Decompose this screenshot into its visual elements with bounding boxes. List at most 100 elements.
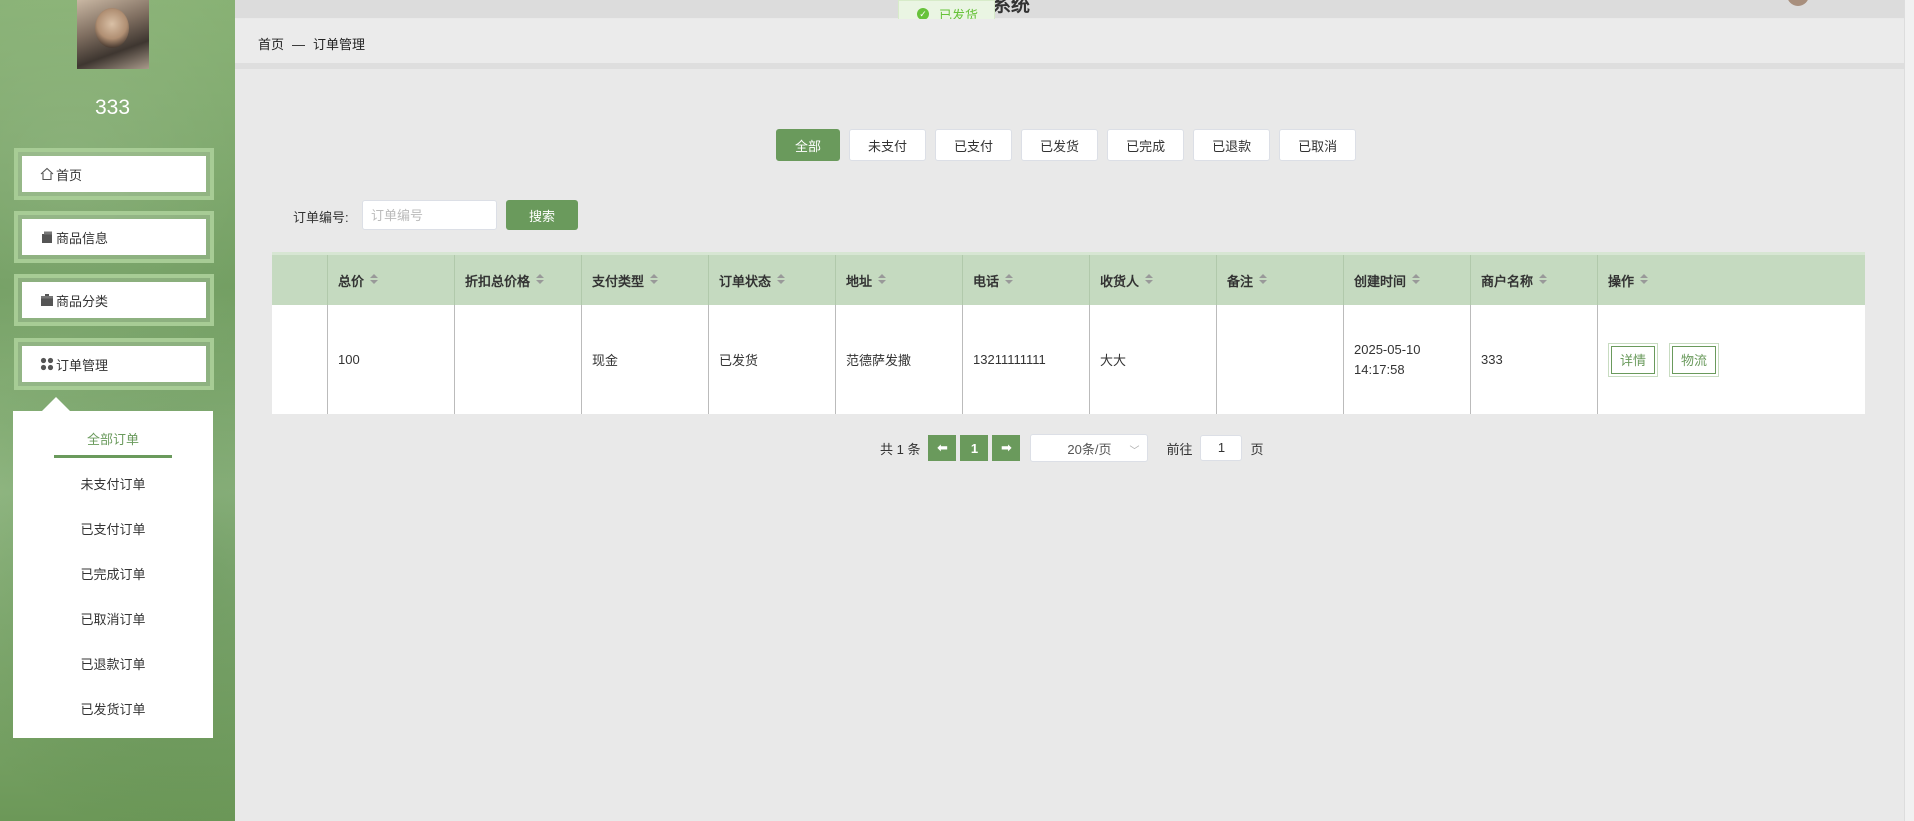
sidebar-item-categories[interactable]: 商品分类 (14, 274, 214, 326)
prev-page-button[interactable]: ⬅ (928, 435, 957, 461)
submenu-paid-orders[interactable]: 已支付订单 (13, 519, 213, 538)
col-label: 备注 (1227, 273, 1254, 289)
sidebar: 333 首页 商品信息 商品分类 订单管理 全部订单 未支付订单 已支付订单 已… (0, 0, 235, 821)
sidebar-item-label: 订单管理 (56, 357, 109, 373)
col-address[interactable]: 地址 (836, 255, 963, 305)
avatar[interactable] (77, 0, 149, 69)
cell-address: 范德萨发撒 (836, 305, 963, 414)
top-header (235, 0, 1904, 18)
order-number-input[interactable] (362, 200, 497, 230)
cell-status: 已发货 (709, 305, 836, 414)
col-label: 总价 (338, 273, 365, 289)
breadcrumb: 首页 — 订单管理 (258, 34, 365, 53)
username: 333 (94, 96, 131, 119)
col-label: 折扣总价格 (465, 273, 531, 289)
submenu-all-orders[interactable]: 全部订单 (13, 429, 213, 448)
col-discount[interactable]: 折扣总价格 (455, 255, 582, 305)
breadcrumb-current: 订单管理 (313, 37, 366, 52)
order-number-label: 订单编号: (293, 210, 349, 225)
grid-icon (40, 357, 54, 371)
col-label: 创建时间 (1354, 273, 1407, 289)
breadcrumb-separator: — (292, 37, 306, 52)
sidebar-item-label: 首页 (56, 167, 83, 183)
scrollbar[interactable] (1904, 0, 1914, 821)
sidebar-item-orders[interactable]: 订单管理 (14, 338, 214, 390)
sort-icon[interactable] (1539, 274, 1548, 286)
page-number-button[interactable]: 1 (960, 435, 989, 461)
chevron-down-icon: ﹀ (1129, 446, 1140, 457)
cell-phone: 13211111111 (963, 305, 1090, 414)
sort-icon[interactable] (1412, 274, 1421, 286)
col-label: 电话 (973, 273, 1000, 289)
col-label: 订单状态 (719, 273, 772, 289)
col-receiver[interactable]: 收货人 (1090, 255, 1217, 305)
filter-completed-button[interactable]: 已完成 (1107, 129, 1185, 161)
next-page-button[interactable]: ➡ (992, 435, 1021, 461)
logistics-button[interactable]: 物流 (1669, 342, 1720, 377)
sort-icon[interactable] (1259, 274, 1268, 286)
filter-paid-button[interactable]: 已支付 (935, 129, 1013, 161)
sort-icon[interactable] (536, 274, 545, 286)
sidebar-item-label: 商品分类 (56, 293, 109, 309)
col-label: 商户名称 (1481, 273, 1534, 289)
cell-remark (1217, 305, 1344, 414)
sidebar-item-products[interactable]: 商品信息 (14, 211, 214, 263)
sidebar-item-label: 商品信息 (56, 230, 109, 246)
sort-icon[interactable] (777, 274, 786, 286)
home-icon (40, 167, 54, 181)
col-label: 地址 (846, 273, 873, 289)
submenu-cancelled-orders[interactable]: 已取消订单 (13, 609, 213, 628)
filter-cancelled-button[interactable]: 已取消 (1279, 129, 1357, 161)
table-header: 总价 折扣总价格 支付类型 订单状态 地址 电话 收货人 备注 创建时间 商户名… (272, 252, 1865, 305)
goto-page-input[interactable]: 1 (1200, 435, 1243, 461)
col-created[interactable]: 创建时间 (1344, 255, 1471, 305)
filter-shipped-button[interactable]: 已发货 (1021, 129, 1099, 161)
sort-icon[interactable] (1640, 274, 1649, 286)
sort-icon[interactable] (370, 274, 379, 286)
filter-unpaid-button[interactable]: 未支付 (849, 129, 927, 161)
goto-label: 前往 (1166, 441, 1193, 457)
cell-merchant: 333 (1471, 305, 1598, 414)
active-underline (54, 455, 172, 458)
cell-actions: 详情 物流 (1598, 305, 1870, 414)
category-icon (41, 294, 53, 306)
col-phone[interactable]: 电话 (963, 255, 1090, 305)
submenu-refunded-orders[interactable]: 已退款订单 (13, 654, 213, 673)
order-submenu: 全部订单 未支付订单 已支付订单 已完成订单 已取消订单 已退款订单 已发货订单 (13, 411, 213, 738)
submenu-completed-orders[interactable]: 已完成订单 (13, 564, 213, 583)
sort-icon[interactable] (1145, 274, 1154, 286)
col-status[interactable]: 订单状态 (709, 255, 836, 305)
page-unit-label: 页 (1250, 441, 1264, 457)
cell-created: 2025-05-10 14:17:58 (1344, 305, 1471, 414)
page-size-value: 20条/页 (1067, 441, 1112, 457)
pagination: 共 1 条 ⬅ 1 ➡ 20条/页 ﹀ 前往 1 页 (880, 434, 1264, 462)
sort-icon[interactable] (878, 274, 887, 286)
col-remark[interactable]: 备注 (1217, 255, 1344, 305)
sort-icon[interactable] (650, 274, 659, 286)
col-actions[interactable]: 操作 (1598, 255, 1870, 305)
app-title: 系统 (992, 0, 1031, 16)
filter-refunded-button[interactable]: 已退款 (1193, 129, 1271, 161)
detail-button[interactable]: 详情 (1607, 342, 1659, 377)
col-total[interactable]: 总价 (328, 255, 455, 305)
col-merchant[interactable]: 商户名称 (1471, 255, 1598, 305)
breadcrumb-bar: 首页 — 订单管理 (235, 19, 1904, 69)
search-button[interactable]: 搜索 (506, 200, 578, 230)
package-icon (42, 231, 52, 243)
submenu-unpaid-orders[interactable]: 未支付订单 (13, 474, 213, 493)
sidebar-item-home[interactable]: 首页 (14, 148, 214, 200)
sort-icon[interactable] (1005, 274, 1014, 286)
cell-discount (455, 305, 582, 414)
breadcrumb-home[interactable]: 首页 (258, 37, 284, 52)
submenu-shipped-orders[interactable]: 已发货订单 (13, 699, 213, 718)
total-count: 共 1 条 (880, 441, 921, 457)
table-header-select (272, 255, 328, 305)
table-row: 100 现金 已发货 范德萨发撒 13211111111 大大 2025-05-… (272, 305, 1865, 414)
row-select-cell (272, 305, 328, 414)
page-size-select[interactable]: 20条/页 ﹀ (1030, 434, 1149, 462)
col-label: 操作 (1608, 273, 1635, 289)
cell-receiver: 大大 (1090, 305, 1217, 414)
col-pay-type[interactable]: 支付类型 (582, 255, 709, 305)
filter-all-button[interactable]: 全部 (776, 129, 841, 161)
col-label: 支付类型 (592, 273, 645, 289)
